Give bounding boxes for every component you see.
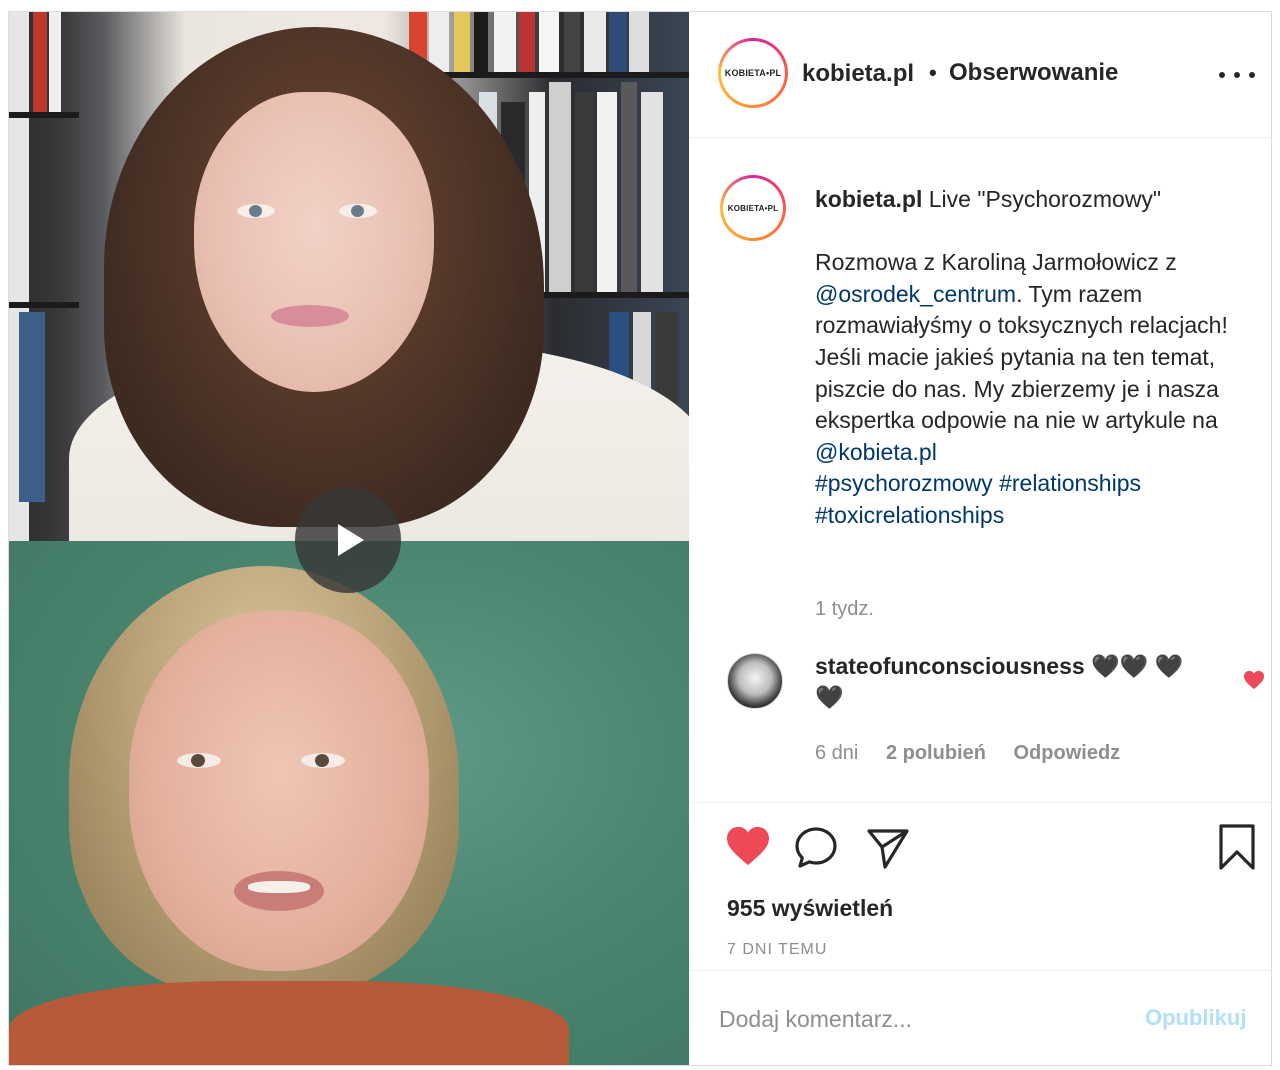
posted-date[interactable]: 7 DNI TEMU xyxy=(727,941,827,959)
hashtag-link[interactable]: #psychorozmowy xyxy=(815,470,993,496)
share-send-icon[interactable] xyxy=(865,825,911,871)
post-header: KOBIETA•PL kobieta.pl • Obserwowanie xyxy=(689,12,1271,138)
hashtag-link[interactable]: #relationships xyxy=(999,470,1141,496)
book xyxy=(564,12,580,72)
following-button[interactable]: Obserwowanie xyxy=(949,59,1118,87)
play-icon xyxy=(338,524,364,556)
video-pane-bottom xyxy=(9,541,689,1065)
shelf xyxy=(9,302,79,308)
reply-button[interactable]: Odpowiedz xyxy=(1014,742,1121,764)
comment-text: stateofunconsciousness 🖤🖤 🖤🖤 xyxy=(815,651,1195,713)
person-top-eye-right xyxy=(339,204,377,218)
book xyxy=(549,82,571,292)
mention-link[interactable]: @kobieta.pl xyxy=(815,439,937,465)
commenter-username[interactable]: stateofunconsciousness xyxy=(815,653,1085,679)
comment-input[interactable] xyxy=(719,997,1139,1041)
commenter-avatar[interactable] xyxy=(727,653,783,709)
video-pane-top xyxy=(9,12,689,541)
caption-heading: kobieta.pl Live "Psychorozmowy" xyxy=(815,184,1265,216)
like-heart-icon[interactable] xyxy=(725,825,771,867)
book xyxy=(519,12,535,72)
separator-dot: • xyxy=(929,60,937,85)
book xyxy=(49,12,61,112)
play-button[interactable] xyxy=(295,487,401,593)
person-top-face xyxy=(194,92,434,392)
person-bottom-shirt xyxy=(9,981,569,1065)
publish-button[interactable]: Opublikuj xyxy=(1145,1005,1246,1031)
avatar-logo-text: KOBIETA•PL xyxy=(724,68,782,78)
person-bottom-eye-right xyxy=(301,753,345,768)
save-bookmark-icon[interactable] xyxy=(1217,823,1257,871)
book xyxy=(641,92,663,292)
caption-body: Rozmowa z Karoliną Jarmołowicz z @osrode… xyxy=(815,249,1228,339)
views-count[interactable]: 955 wyświetleń xyxy=(727,895,893,922)
caption-title: Live "Psychorozmowy" xyxy=(922,186,1162,212)
comment-meta: 6 dni 2 polubień Odpowiedz xyxy=(815,742,1142,765)
add-comment-bar: Opublikuj xyxy=(689,970,1271,1065)
book xyxy=(575,92,593,292)
more-options-button[interactable] xyxy=(1219,60,1255,90)
book xyxy=(584,12,606,72)
book xyxy=(19,312,45,502)
mention-link[interactable]: @osrodek_centrum xyxy=(815,281,1016,307)
comment-like-heart-icon[interactable] xyxy=(1243,670,1265,690)
comment-bubble-icon[interactable] xyxy=(793,825,839,871)
caption-body-2: Jeśli macie jakieś pytania na ten temat,… xyxy=(815,343,1219,465)
post-actions: 955 wyświetleń 7 DNI TEMU xyxy=(689,802,1271,972)
book xyxy=(621,82,637,292)
person-bottom-mouth xyxy=(234,871,324,911)
avatar-logo-text: KOBIETA•PL xyxy=(727,203,779,213)
person-top-eye-left xyxy=(237,204,275,218)
comment-likes-count[interactable]: 2 polubień xyxy=(886,742,986,764)
post-details-panel: KOBIETA•PL kobieta.pl • Obserwowanie KOB… xyxy=(689,12,1271,1065)
caption-username[interactable]: kobieta.pl xyxy=(815,186,922,212)
video-media[interactable] xyxy=(9,12,689,1065)
book xyxy=(454,12,470,72)
comment-time[interactable]: 6 dni xyxy=(815,742,858,764)
caption-timestamp[interactable]: 1 tydz. xyxy=(815,598,874,621)
shelf xyxy=(9,112,79,118)
caption-hashtags: #psychorozmowy #relationships #toxicrela… xyxy=(815,468,1265,531)
book xyxy=(474,12,488,72)
book xyxy=(494,12,516,72)
caption-avatar[interactable]: KOBIETA•PL xyxy=(720,175,786,241)
more-horizontal-icon xyxy=(1219,72,1225,78)
book xyxy=(597,92,617,292)
book xyxy=(609,12,627,72)
hashtag-link[interactable]: #toxicrelationships xyxy=(815,502,1004,528)
person-bottom-face xyxy=(129,611,429,971)
post-frame: KOBIETA•PL kobieta.pl • Obserwowanie KOB… xyxy=(8,11,1272,1066)
book xyxy=(33,12,47,112)
person-bottom-eye-left xyxy=(177,753,221,768)
account-name-link[interactable]: kobieta.pl xyxy=(802,60,914,88)
book xyxy=(539,12,559,72)
account-avatar[interactable]: KOBIETA•PL xyxy=(718,38,788,108)
post-caption: kobieta.pl Live "Psychorozmowy" Rozmowa … xyxy=(815,184,1265,532)
book xyxy=(629,12,649,72)
person-top-lips xyxy=(271,305,349,327)
